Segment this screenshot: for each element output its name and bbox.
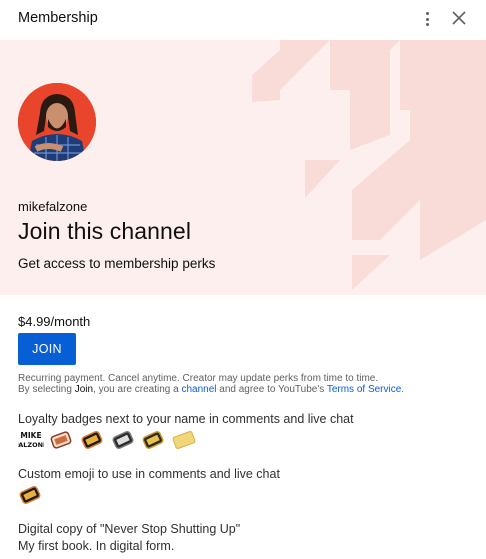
recurring-payment-note: Recurring payment. Cancel anytime. Creat… bbox=[18, 373, 379, 384]
channel-name: mikefalzone bbox=[18, 199, 88, 214]
mike-falzone-logo-badge: MIKE FALZONE bbox=[18, 431, 44, 449]
gold-ticket-badge bbox=[172, 431, 196, 449]
terms-join-word: Join bbox=[74, 384, 94, 395]
loyalty-badges-row: MIKE FALZONE bbox=[18, 429, 218, 453]
perks-subheading: Get access to membership perks bbox=[18, 256, 216, 271]
dialog-title: Membership bbox=[18, 10, 98, 26]
channel-avatar bbox=[18, 83, 96, 161]
svg-text:FALZONE: FALZONE bbox=[18, 441, 44, 449]
channel-link[interactable]: channel bbox=[181, 384, 216, 395]
svg-text:MIKE: MIKE bbox=[20, 431, 41, 440]
custom-emoji-icon bbox=[19, 485, 41, 505]
close-icon[interactable] bbox=[448, 7, 470, 29]
custom-emoji-row bbox=[18, 484, 58, 508]
tag-badge-2 bbox=[81, 430, 103, 450]
tag-badge-1 bbox=[50, 431, 72, 449]
terms-mid: , you are creating a bbox=[93, 384, 182, 395]
perk-title-emoji: Custom emoji to use in comments and live… bbox=[18, 467, 280, 481]
price-label: $4.99/month bbox=[18, 314, 91, 329]
tag-badge-4 bbox=[142, 430, 164, 450]
perk-title-badges: Loyalty badges next to your name in comm… bbox=[18, 412, 354, 426]
join-button[interactable]: JOIN bbox=[18, 333, 76, 365]
terms-of-service-link[interactable]: Terms of Service bbox=[327, 384, 401, 395]
tag-badge-3 bbox=[112, 430, 134, 450]
join-heading: Join this channel bbox=[18, 218, 192, 244]
more-options-icon[interactable] bbox=[416, 8, 438, 30]
dialog-header: Membership bbox=[0, 0, 486, 40]
channel-banner: mikefalzone Join this channel Get access… bbox=[0, 40, 486, 295]
perk-subtitle-book: My first book. In digital form. bbox=[18, 539, 175, 553]
terms-prefix: By selecting bbox=[18, 384, 75, 395]
terms-end: . bbox=[401, 384, 405, 395]
perk-title-book: Digital copy of "Never Stop Shutting Up" bbox=[18, 522, 241, 536]
terms-and: and agree to YouTube's bbox=[216, 384, 327, 395]
terms-note: By selecting Join, you are creating a ch… bbox=[18, 384, 404, 395]
